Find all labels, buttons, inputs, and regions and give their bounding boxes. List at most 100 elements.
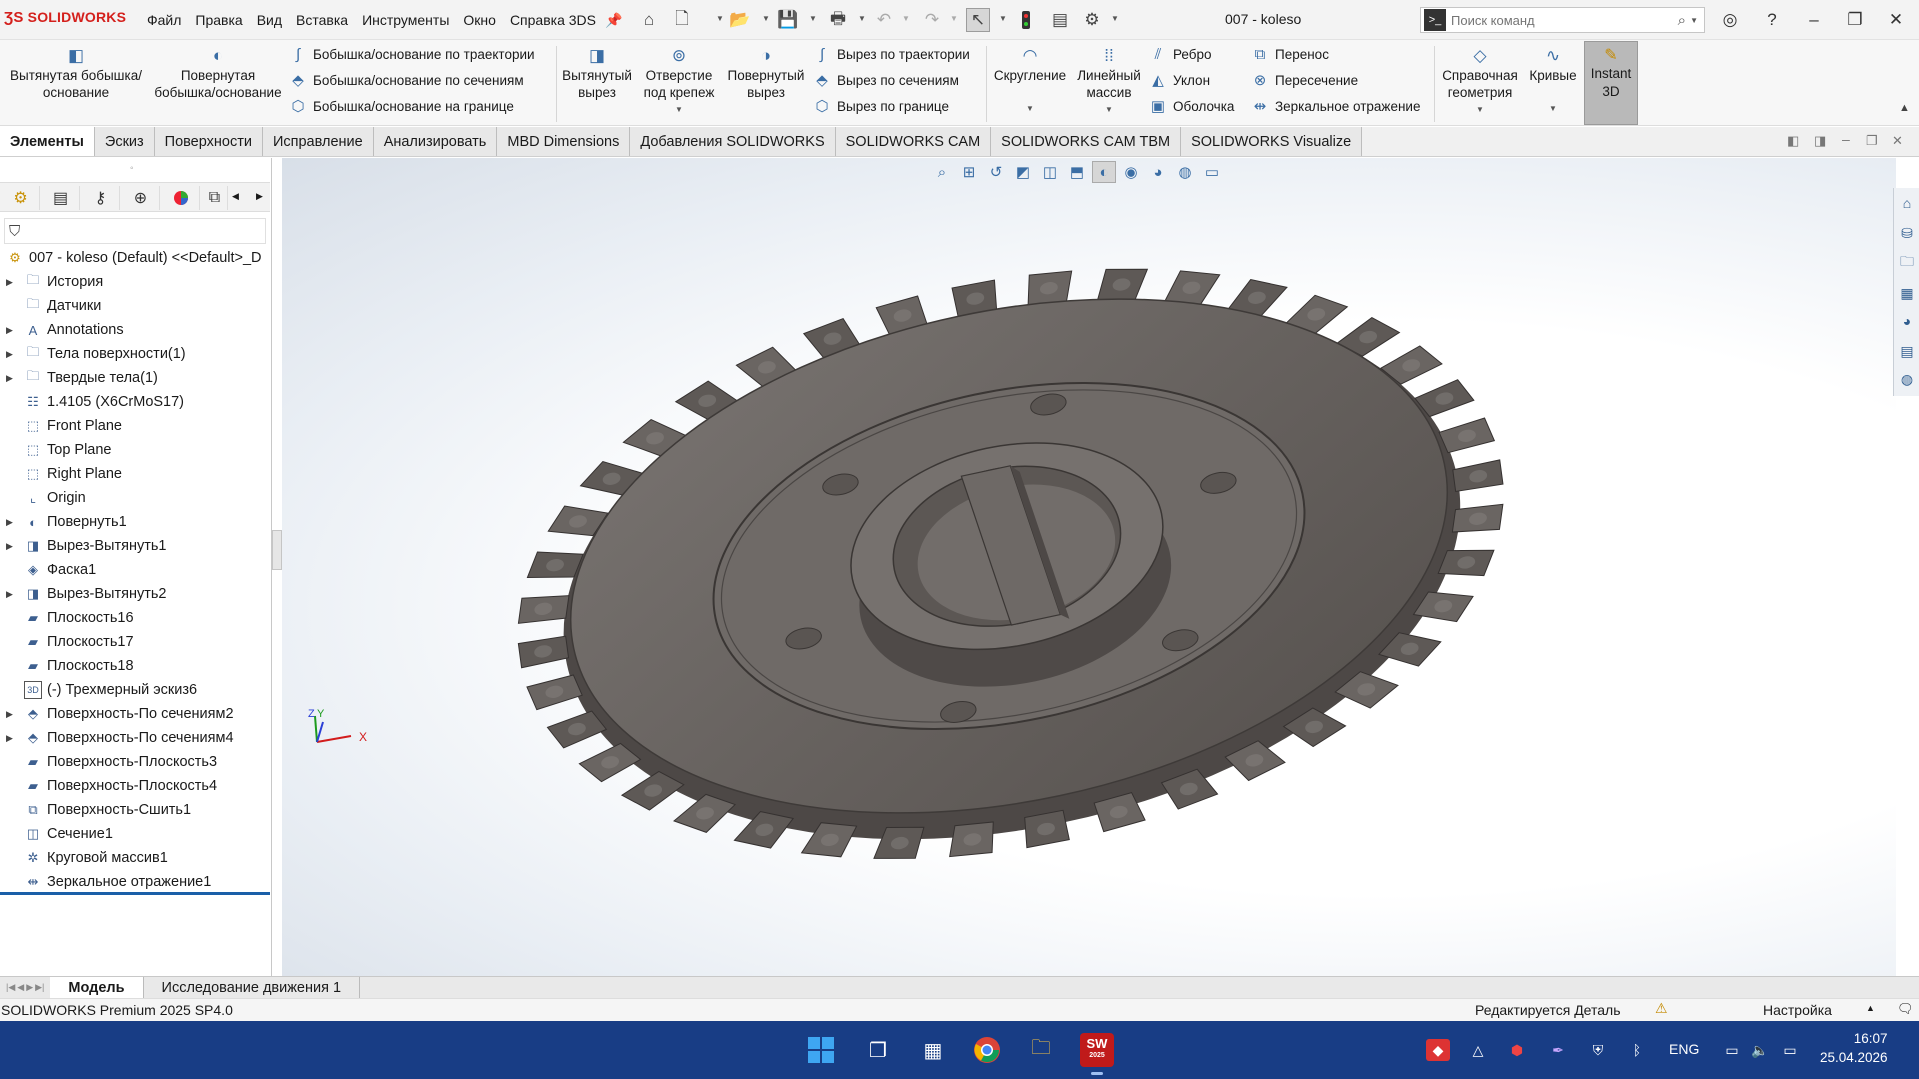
account-icon[interactable]: ◎ [1715, 8, 1745, 32]
home-icon[interactable]: ⌂ [637, 8, 661, 32]
view-orientation-icon[interactable]: ⬒ [1065, 161, 1089, 183]
tab-features[interactable]: Элементы [0, 127, 95, 156]
instant3d-button[interactable]: ✎ Instant 3D [1584, 41, 1638, 125]
tree-item[interactable]: ◫ Сечение1 [0, 822, 270, 846]
tab-solidworks-visualize[interactable]: SOLIDWORKS Visualize [1181, 127, 1363, 156]
tab-motion-study[interactable]: Исследование движения 1 [144, 976, 361, 999]
expand-arrow-icon[interactable]: ▶ [6, 541, 20, 552]
tab-repair[interactable]: Исправление [262, 127, 374, 156]
tab-sketch[interactable]: Эскиз [94, 127, 155, 156]
tree-item[interactable]: ▰ Поверхность-Плоскость4 [0, 774, 270, 798]
panel-grip-icon[interactable]: ◦ [130, 163, 134, 174]
lofted-cut-button[interactable]: ⬘ Вырез по сечениям [812, 69, 959, 91]
pin-icon[interactable]: 📌 [602, 8, 626, 32]
menu-tools[interactable]: Инструменты [355, 12, 456, 28]
panel-tab-scroll-right-icon[interactable]: ▶ [256, 191, 263, 202]
menu-help[interactable]: Справка 3DS [503, 12, 603, 28]
property-manager-tab-icon[interactable]: ▤ [42, 186, 80, 210]
tree-item[interactable]: ⬚ Front Plane [0, 414, 270, 438]
rebuild-status-icon[interactable]: ⚠ [1655, 1000, 1668, 1017]
google-drive-icon[interactable]: △ [1466, 1039, 1490, 1061]
curves-dropdown-icon[interactable]: ▼ [1549, 100, 1557, 117]
tab-scroll-controls[interactable]: |◀ ◀ ▶ ▶| [0, 982, 50, 993]
doc-minimize-icon[interactable]: – [1842, 131, 1850, 147]
tab-addins[interactable]: Добавления SOLIDWORKS [630, 127, 836, 156]
edit-appearance-icon[interactable]: ◕ [1146, 161, 1170, 183]
search-dropdown-icon[interactable]: ▼ [1690, 16, 1698, 25]
cam-tab-icon[interactable]: ⧉ [202, 186, 228, 210]
tree-item[interactable]: ☷ 1.4105 (X6CrMoS17) [0, 390, 270, 414]
dynamic-annotation-icon[interactable]: ◫ [1038, 161, 1062, 183]
swept-boss-button[interactable]: ∫ Бобышка/основание по траектории [288, 43, 535, 65]
next-tab-icon[interactable]: ▶ [26, 982, 33, 993]
pen-icon[interactable]: ✒ [1546, 1039, 1570, 1061]
tab-model[interactable]: Модель [50, 976, 144, 999]
start-button-icon[interactable] [804, 1033, 838, 1067]
expand-arrow-icon[interactable]: ▶ [6, 709, 20, 720]
tree-item[interactable]: ▶ ◨ Вырез-Вытянуть2 [0, 582, 270, 606]
tree-item[interactable]: ▶ 🗀 История [0, 270, 270, 294]
units-dropdown-icon[interactable]: ▲ [1866, 1003, 1875, 1013]
volume-icon[interactable]: 🔈 [1748, 1039, 1772, 1061]
tree-item[interactable]: ▶ ⬘ Поверхность-По сечениям2 [0, 702, 270, 726]
expand-arrow-icon[interactable]: ▶ [6, 373, 20, 384]
last-tab-icon[interactable]: ▶| [35, 982, 44, 993]
tree-item[interactable]: ▰ Плоскость17 [0, 630, 270, 654]
new-icon[interactable]: 🗋 [670, 8, 694, 32]
chrome-icon[interactable] [970, 1033, 1004, 1067]
tile-left-icon[interactable]: ◧ [1787, 133, 1799, 149]
tab-mbd-dimensions[interactable]: MBD Dimensions [497, 127, 631, 156]
configuration-manager-tab-icon[interactable]: ⚷ [82, 186, 120, 210]
tree-item[interactable]: ▰ Плоскость16 [0, 606, 270, 630]
zoom-to-area-icon[interactable]: ⊞ [957, 161, 981, 183]
tree-item[interactable]: ▶ 🗀 Тела поверхности(1) [0, 342, 270, 366]
mirror-button[interactable]: ⇹ Зеркальное отражение [1250, 95, 1421, 117]
restore-icon[interactable]: ❐ [1840, 8, 1870, 32]
tree-item[interactable]: ⧉ Поверхность-Сшить1 [0, 798, 270, 822]
doc-restore-icon[interactable]: ❐ [1866, 133, 1878, 149]
search-icon[interactable]: ⌕ [1678, 12, 1686, 29]
tree-item[interactable]: ▰ Плоскость18 [0, 654, 270, 678]
redo-dropdown-icon[interactable]: ▼ [950, 14, 958, 23]
solidworks-taskbar-icon[interactable]: SW 2025 [1080, 1033, 1114, 1067]
bluetooth-icon[interactable]: ᛒ [1625, 1039, 1649, 1061]
reference-geometry-dropdown-icon[interactable]: ▼ [1476, 101, 1484, 118]
tree-filter[interactable]: ⛉ [4, 218, 266, 244]
tree-item[interactable]: ⇹ Зеркальное отражение1 [0, 870, 270, 894]
section-view-icon[interactable]: ◩ [1011, 161, 1035, 183]
tab-evaluate[interactable]: Анализировать [373, 127, 498, 156]
menu-insert[interactable]: Вставка [289, 12, 355, 28]
calculator-icon[interactable]: ▦ [916, 1033, 950, 1067]
tree-item[interactable]: 🗀 Датчики [0, 294, 270, 318]
fillet-button[interactable]: ◠ Скругление ▼ [990, 44, 1070, 117]
solidworks-resources-icon[interactable]: ⌂ [1896, 190, 1918, 216]
select-icon[interactable]: ↖ [966, 8, 990, 32]
swept-cut-button[interactable]: ∫ Вырез по траектории [812, 43, 970, 65]
expand-arrow-icon[interactable]: ▶ [6, 277, 20, 288]
menu-file[interactable]: Файл [140, 12, 188, 28]
expand-arrow-icon[interactable]: ▶ [6, 517, 20, 528]
rebuild-icon[interactable] [1014, 8, 1038, 32]
doc-close-icon[interactable]: ✕ [1892, 133, 1903, 149]
collapse-ribbon-icon[interactable]: ▲ [1899, 102, 1910, 114]
expand-arrow-icon[interactable]: ▶ [6, 733, 20, 744]
curves-button[interactable]: ∿ Кривые ▼ [1524, 44, 1582, 117]
design-library-icon[interactable]: ⛁ [1896, 220, 1918, 246]
panel-splitter[interactable] [272, 530, 282, 570]
tree-item[interactable]: ✲ Круговой массив1 [0, 846, 270, 870]
dimxpert-tab-icon[interactable]: ⊕ [122, 186, 160, 210]
tree-item[interactable]: 3D (-) Трехмерный эскиз6 [0, 678, 270, 702]
apply-scene-icon[interactable]: ◍ [1173, 161, 1197, 183]
task-view-icon[interactable]: ❐ [861, 1033, 895, 1067]
select-dropdown-icon[interactable]: ▼ [999, 14, 1007, 23]
hole-wizard-dropdown-icon[interactable]: ▼ [675, 101, 683, 118]
open-icon[interactable]: 📂 [728, 8, 752, 32]
tree-root[interactable]: ⚙ 007 - koleso (Default) <<Default>_D [0, 246, 270, 270]
command-search-input[interactable] [1451, 12, 1678, 28]
rib-button[interactable]: ⫽ Ребро [1148, 43, 1212, 65]
hole-wizard-button[interactable]: ⊚ Отверстие под крепеж ▼ [636, 44, 722, 118]
prev-tab-icon[interactable]: ◀ [17, 982, 24, 993]
clock[interactable]: 16:07 25.04.2026 [1820, 1029, 1888, 1067]
tree-item[interactable]: ▶ ⬘ Поверхность-По сечениям4 [0, 726, 270, 750]
options-icon[interactable]: ⚙ [1080, 8, 1104, 32]
